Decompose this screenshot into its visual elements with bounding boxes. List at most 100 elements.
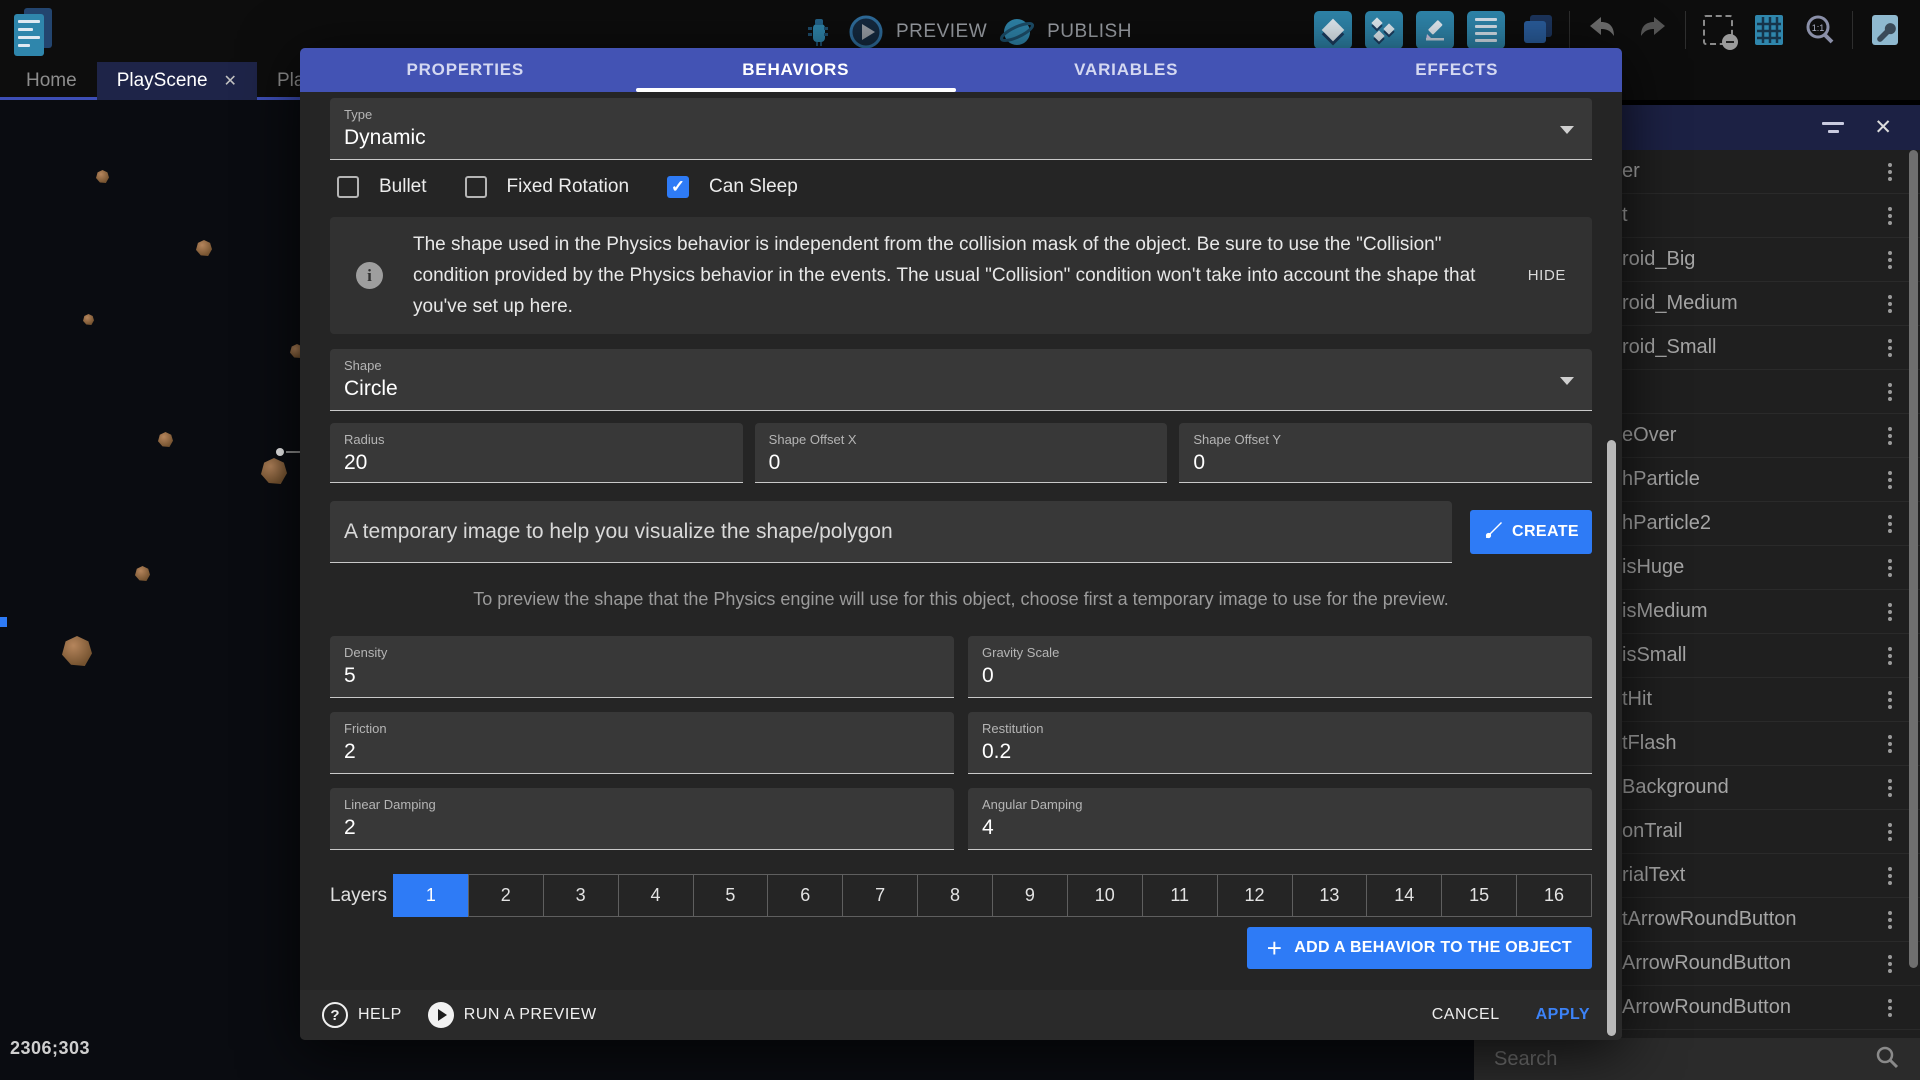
row-menu-icon[interactable] <box>1884 247 1896 273</box>
objects-group-icon[interactable] <box>1365 11 1403 49</box>
objects-search-input[interactable] <box>1474 1048 1874 1071</box>
layer-option-6[interactable]: 6 <box>767 874 843 917</box>
zoom-one-to-one-icon[interactable]: 1:1 <box>1801 11 1839 49</box>
temp-image-field[interactable]: A temporary image to help you visualize … <box>330 501 1452 563</box>
row-menu-icon[interactable] <box>1884 687 1896 713</box>
publish-planet-icon[interactable] <box>999 14 1035 50</box>
asteroid-sprite[interactable] <box>62 636 92 666</box>
add-behavior-button[interactable]: + ADD A BEHAVIOR TO THE OBJECT <box>1247 927 1592 969</box>
layer-option-4[interactable]: 4 <box>618 874 694 917</box>
layer-option-12[interactable]: 12 <box>1217 874 1293 917</box>
dialog-tab-effects[interactable]: EFFECTS <box>1292 48 1623 92</box>
layer-option-15[interactable]: 15 <box>1441 874 1517 917</box>
checkbox-fixed-rotation[interactable]: Fixed Rotation <box>465 176 630 198</box>
layer-option-5[interactable]: 5 <box>693 874 769 917</box>
row-menu-icon[interactable] <box>1884 423 1896 449</box>
field-radius[interactable]: Radius20 <box>330 423 743 483</box>
row-menu-icon[interactable] <box>1884 291 1896 317</box>
layers-icon[interactable] <box>1518 11 1556 49</box>
asteroid-sprite[interactable] <box>158 432 173 447</box>
window-tab-playscene[interactable]: PlayScene✕ <box>97 62 257 100</box>
hide-button[interactable]: HIDE <box>1528 267 1566 284</box>
layer-option-16[interactable]: 16 <box>1516 874 1592 917</box>
objects-panel-scrollbar[interactable] <box>1909 150 1918 968</box>
row-menu-icon[interactable] <box>1884 335 1896 361</box>
cancel-button[interactable]: CANCEL <box>1432 1006 1500 1024</box>
help-icon[interactable]: ? <box>322 1002 348 1028</box>
row-menu-icon[interactable] <box>1884 203 1896 229</box>
row-menu-icon[interactable] <box>1884 775 1896 801</box>
settings-wrench-icon[interactable] <box>1866 11 1904 49</box>
row-menu-icon[interactable] <box>1884 819 1896 845</box>
window-tab-home[interactable]: Home <box>6 62 97 100</box>
field-restitution[interactable]: Restitution0.2 <box>968 712 1592 774</box>
filter-icon[interactable] <box>1822 122 1844 133</box>
row-menu-icon[interactable] <box>1884 467 1896 493</box>
layer-option-14[interactable]: 14 <box>1366 874 1442 917</box>
edit-pencil-icon[interactable] <box>1416 11 1454 49</box>
field-shape-offset-x[interactable]: Shape Offset X0 <box>755 423 1168 483</box>
row-menu-icon[interactable] <box>1884 863 1896 889</box>
debugger-icon[interactable] <box>800 14 836 50</box>
checkbox-unchecked-icon[interactable] <box>337 176 359 198</box>
type-select[interactable]: Type Dynamic <box>330 98 1592 160</box>
help-button[interactable]: HELP <box>358 1006 402 1024</box>
row-menu-icon[interactable] <box>1884 731 1896 757</box>
checkbox-can-sleep[interactable]: ✓Can Sleep <box>667 176 798 198</box>
redo-icon[interactable] <box>1634 11 1672 49</box>
row-menu-icon[interactable] <box>1884 643 1896 669</box>
layer-option-3[interactable]: 3 <box>543 874 619 917</box>
dialog-tab-properties[interactable]: PROPERTIES <box>300 48 631 92</box>
row-menu-icon[interactable] <box>1884 599 1896 625</box>
selection-handle-dot[interactable] <box>276 448 284 456</box>
layer-option-10[interactable]: 10 <box>1067 874 1143 917</box>
field-linear-damping[interactable]: Linear Damping2 <box>330 788 954 850</box>
apply-button[interactable]: APPLY <box>1536 1006 1590 1024</box>
asteroid-sprite[interactable] <box>96 170 109 183</box>
run-preview-button[interactable]: RUN A PREVIEW <box>464 1006 597 1024</box>
checkbox-checked-icon[interactable]: ✓ <box>667 176 689 198</box>
close-panel-icon[interactable]: ✕ <box>1874 117 1892 138</box>
asteroid-sprite[interactable] <box>83 314 94 325</box>
add-object-icon[interactable] <box>1314 11 1352 49</box>
capture-region-icon[interactable] <box>1699 11 1737 49</box>
preview-button[interactable]: PREVIEW <box>896 21 987 43</box>
shape-select[interactable]: Shape Circle <box>330 349 1592 411</box>
create-button[interactable]: CREATE <box>1470 510 1592 554</box>
field-shape-offset-y[interactable]: Shape Offset Y0 <box>1179 423 1592 483</box>
checkbox-bullet[interactable]: Bullet <box>337 176 427 198</box>
layer-option-8[interactable]: 8 <box>917 874 993 917</box>
project-manager-icon[interactable] <box>14 8 54 56</box>
layer-option-1[interactable]: 1 <box>393 874 469 917</box>
field-angular-damping[interactable]: Angular Damping4 <box>968 788 1592 850</box>
row-menu-icon[interactable] <box>1884 907 1896 933</box>
layer-option-7[interactable]: 7 <box>842 874 918 917</box>
asteroid-sprite[interactable] <box>196 240 212 256</box>
publish-button[interactable]: PUBLISH <box>1047 21 1132 43</box>
checkbox-unchecked-icon[interactable] <box>465 176 487 198</box>
preview-play-icon[interactable] <box>848 14 884 50</box>
field-density[interactable]: Density5 <box>330 636 954 698</box>
dialog-tab-variables[interactable]: VARIABLES <box>961 48 1292 92</box>
dialog-scrollbar[interactable] <box>1607 440 1616 1036</box>
asteroid-sprite[interactable] <box>261 458 287 484</box>
row-menu-icon[interactable] <box>1884 511 1896 537</box>
field-gravity-scale[interactable]: Gravity Scale0 <box>968 636 1592 698</box>
layer-option-2[interactable]: 2 <box>468 874 544 917</box>
layer-option-9[interactable]: 9 <box>992 874 1068 917</box>
row-menu-icon[interactable] <box>1884 555 1896 581</box>
layer-option-11[interactable]: 11 <box>1142 874 1218 917</box>
grid-icon[interactable] <box>1750 11 1788 49</box>
undo-icon[interactable] <box>1583 11 1621 49</box>
row-menu-icon[interactable] <box>1884 995 1896 1021</box>
layer-option-13[interactable]: 13 <box>1292 874 1368 917</box>
properties-list-icon[interactable] <box>1467 11 1505 49</box>
run-preview-icon[interactable] <box>428 1002 454 1028</box>
asteroid-sprite[interactable] <box>135 566 150 581</box>
row-menu-icon[interactable] <box>1884 379 1896 405</box>
row-menu-icon[interactable] <box>1884 951 1896 977</box>
close-tab-icon[interactable]: ✕ <box>224 71 237 91</box>
row-menu-icon[interactable] <box>1884 159 1896 185</box>
dialog-tab-behaviors[interactable]: BEHAVIORS <box>631 48 962 92</box>
field-friction[interactable]: Friction2 <box>330 712 954 774</box>
